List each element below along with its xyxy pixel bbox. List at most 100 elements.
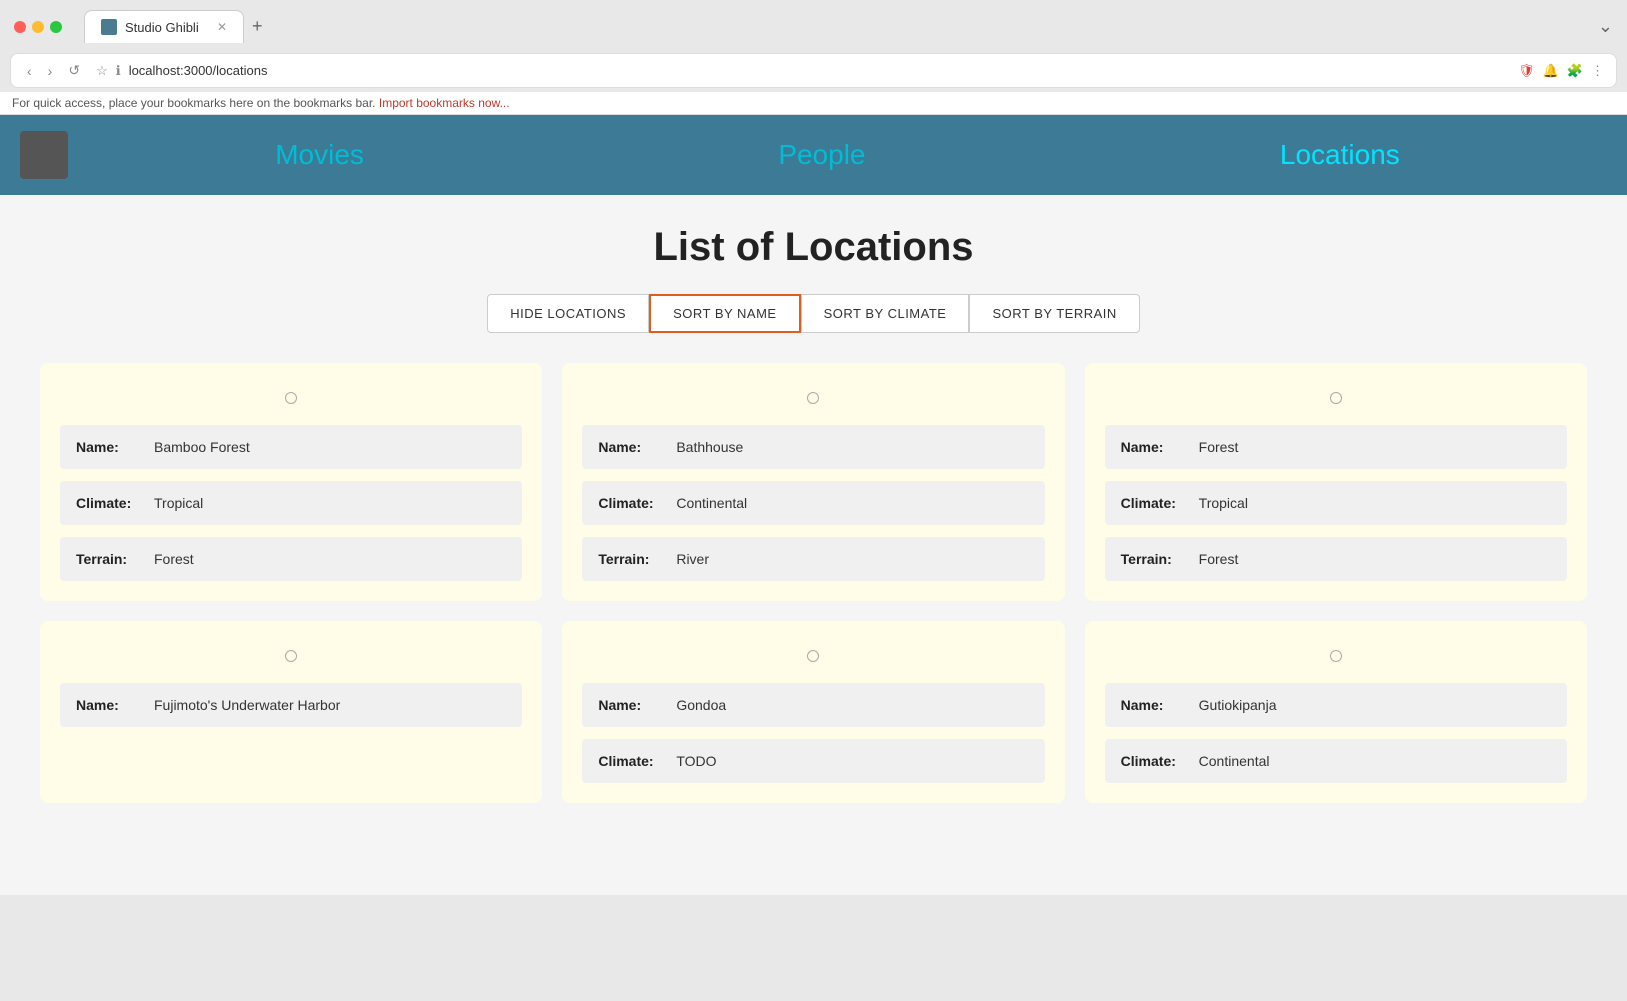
new-tab-button[interactable]: + [244,16,271,37]
tab-title: Studio Ghibli [125,20,199,35]
tab-bar: Studio Ghibli ✕ + [70,10,1590,43]
climate-label: Climate: [1121,495,1191,511]
import-bookmarks-link[interactable]: Import bookmarks now... [379,96,510,110]
location-card: Name: Forest Climate: Tropical Terrain: … [1085,363,1587,601]
bookmarks-bar: For quick access, place your bookmarks h… [0,92,1627,115]
name-label: Name: [598,439,668,455]
card-dot [1330,650,1342,662]
card-image [60,383,522,413]
nav-links: Movies People Locations [68,139,1607,171]
climate-label: Climate: [598,753,668,769]
location-card: Name: Gondoa Climate: TODO [562,621,1064,803]
navbar: Movies People Locations [0,115,1627,195]
name-value: Forest [1199,439,1239,455]
sort-by-climate-button[interactable]: SORT BY CLIMATE [801,294,970,333]
card-image [582,383,1044,413]
name-label: Name: [1121,439,1191,455]
tab-favicon [101,19,117,35]
climate-label: Climate: [76,495,146,511]
climate-value: Tropical [154,495,203,511]
main-content: List of Locations HIDE LOCATIONS SORT BY… [0,195,1627,895]
active-tab[interactable]: Studio Ghibli ✕ [84,10,244,43]
location-card: Name: Bamboo Forest Climate: Tropical Te… [40,363,542,601]
card-climate-row: Climate: TODO [582,739,1044,783]
card-climate-row: Climate: Continental [582,481,1044,525]
name-value: Fujimoto's Underwater Harbor [154,697,340,713]
back-button[interactable]: ‹ [23,61,36,81]
card-image [60,641,522,671]
terrain-value: River [676,551,709,567]
card-dot [1330,392,1342,404]
climate-label: Climate: [598,495,668,511]
card-dot [807,650,819,662]
terrain-label: Terrain: [598,551,668,567]
card-terrain-row: Terrain: Forest [1105,537,1567,581]
traffic-lights [14,21,62,33]
title-bar: Studio Ghibli ✕ + ⌄ [0,0,1627,53]
shield-icon: 🛡 [1518,63,1535,79]
card-climate-row: Climate: Tropical [1105,481,1567,525]
card-dot [285,650,297,662]
sort-by-terrain-button[interactable]: SORT BY TERRAIN [969,294,1139,333]
browser-chrome: Studio Ghibli ✕ + ⌄ ‹ › ↺ ☆ ℹ 🛡 🔔 🧩 ⋮ Fo… [0,0,1627,115]
location-card: Name: Gutiokipanja Climate: Continental [1085,621,1587,803]
card-image [582,641,1044,671]
bookmarks-text: For quick access, place your bookmarks h… [12,96,376,110]
card-image [1105,383,1567,413]
location-card: Name: Bathhouse Climate: Continental Ter… [562,363,1064,601]
climate-value: Continental [1199,753,1270,769]
name-value: Bamboo Forest [154,439,250,455]
cards-grid: Name: Bamboo Forest Climate: Tropical Te… [40,363,1587,803]
climate-value: Tropical [1199,495,1248,511]
name-label: Name: [1121,697,1191,713]
name-value: Gondoa [676,697,726,713]
address-bar: ‹ › ↺ ☆ ℹ 🛡 🔔 🧩 ⋮ [10,53,1617,88]
name-value: Bathhouse [676,439,743,455]
tab-close-button[interactable]: ✕ [217,20,227,34]
window-expand-button[interactable]: ⌄ [1598,16,1613,37]
climate-value: Continental [676,495,747,511]
card-dot [807,392,819,404]
menu-icon[interactable]: ⋮ [1591,63,1604,79]
close-button[interactable] [14,21,26,33]
nav-logo [20,131,68,179]
card-dot [285,392,297,404]
app-wrapper: Movies People Locations List of Location… [0,115,1627,895]
url-input[interactable] [129,63,1506,78]
extension-icon: 🧩 [1567,63,1583,79]
forward-button[interactable]: › [44,61,57,81]
card-climate-row: Climate: Continental [1105,739,1567,783]
card-name-row: Name: Gutiokipanja [1105,683,1567,727]
page-title: List of Locations [40,225,1587,270]
sort-by-name-button[interactable]: SORT BY NAME [649,294,801,333]
card-name-row: Name: Bamboo Forest [60,425,522,469]
name-label: Name: [76,439,146,455]
minimize-button[interactable] [32,21,44,33]
climate-label: Climate: [1121,753,1191,769]
location-card: Name: Fujimoto's Underwater Harbor [40,621,542,803]
nav-link-movies[interactable]: Movies [275,139,364,171]
nav-link-people[interactable]: People [778,139,865,171]
card-terrain-row: Terrain: River [582,537,1044,581]
maximize-button[interactable] [50,21,62,33]
name-value: Gutiokipanja [1199,697,1277,713]
refresh-button[interactable]: ↺ [64,60,84,81]
nav-link-locations[interactable]: Locations [1280,139,1400,171]
security-icon: ℹ [116,63,121,79]
bookmark-icon: ☆ [96,63,108,79]
terrain-value: Forest [1199,551,1239,567]
climate-value: TODO [676,753,716,769]
card-name-row: Name: Fujimoto's Underwater Harbor [60,683,522,727]
card-name-row: Name: Gondoa [582,683,1044,727]
name-label: Name: [76,697,146,713]
sort-buttons: HIDE LOCATIONS SORT BY NAME SORT BY CLIM… [40,294,1587,333]
card-climate-row: Climate: Tropical [60,481,522,525]
notification-icon: 🔔 [1543,63,1559,79]
terrain-value: Forest [154,551,194,567]
hide-locations-button[interactable]: HIDE LOCATIONS [487,294,649,333]
terrain-label: Terrain: [1121,551,1191,567]
card-name-row: Name: Bathhouse [582,425,1044,469]
card-name-row: Name: Forest [1105,425,1567,469]
name-label: Name: [598,697,668,713]
card-terrain-row: Terrain: Forest [60,537,522,581]
